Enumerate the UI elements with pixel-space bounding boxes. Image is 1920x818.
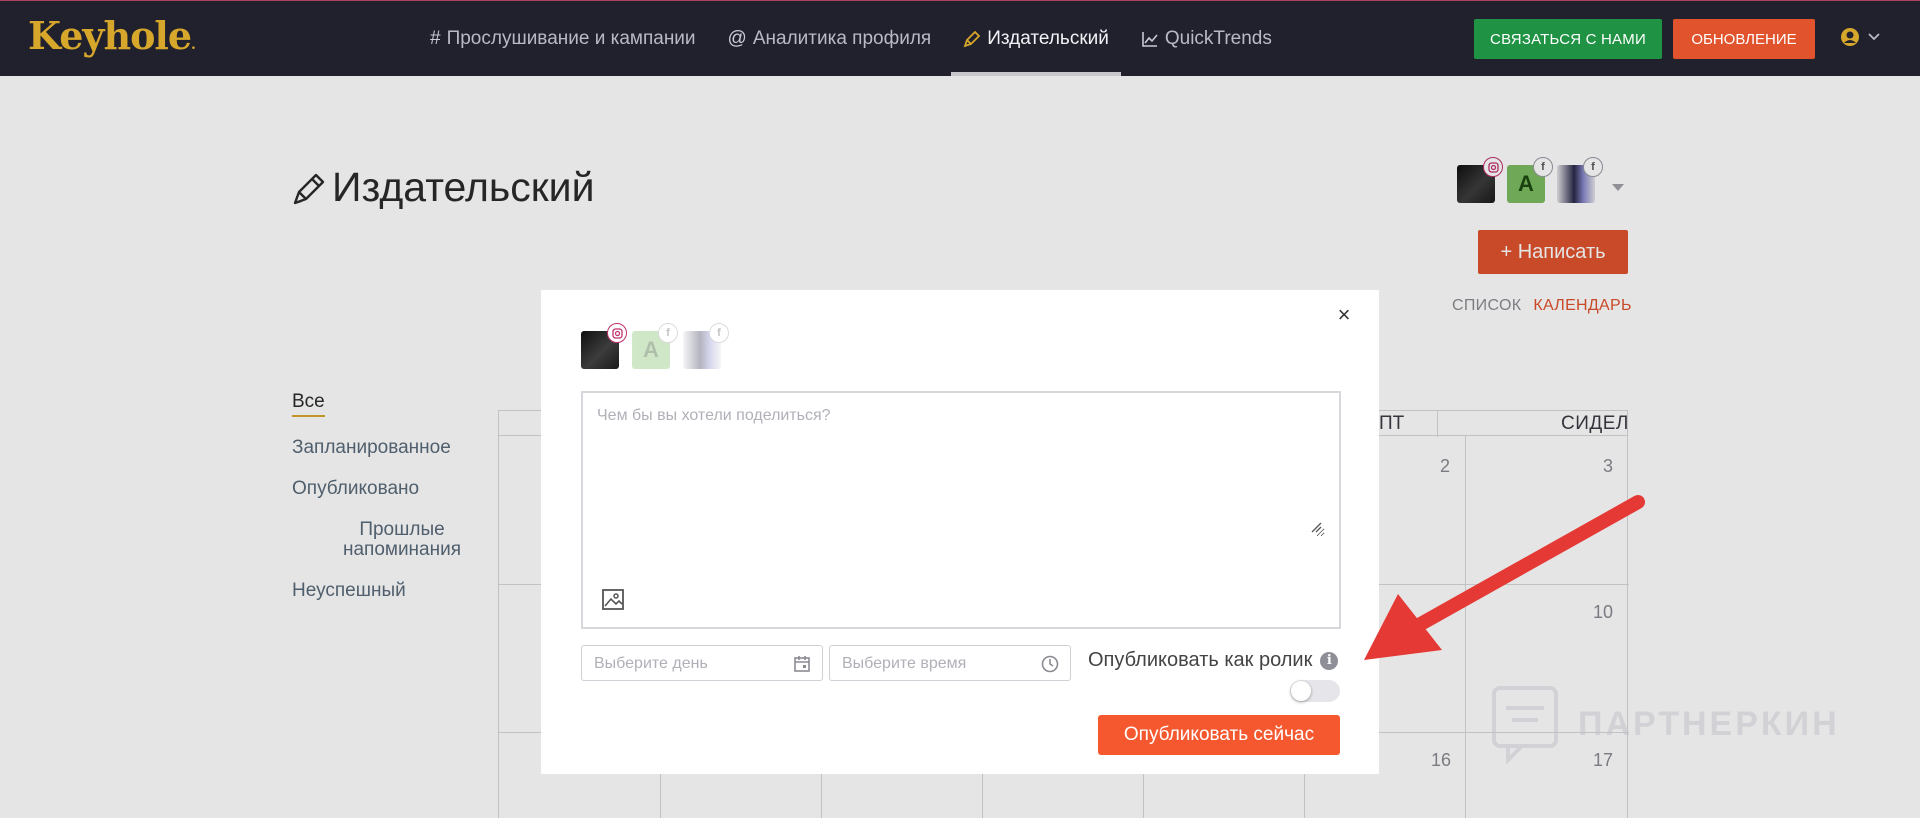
nav-item-label: Прослушивание и кампании bbox=[446, 27, 696, 49]
nav-item-label: Издательский bbox=[987, 27, 1109, 49]
nav-item-listening[interactable]: # Прослушивание и кампании bbox=[414, 1, 712, 76]
compose-box bbox=[581, 391, 1341, 629]
watermark-text: ПАРТНЕРКИН bbox=[1578, 704, 1840, 743]
modal-account-selector: A f f bbox=[581, 323, 729, 369]
watermark: ПАРТНЕРКИН bbox=[1490, 684, 1840, 764]
upgrade-button[interactable]: ОБНОВЛЕНИЕ bbox=[1673, 19, 1815, 59]
calendar-icon bbox=[794, 656, 810, 672]
avatar-initial: A bbox=[643, 337, 659, 362]
account-avatar-instagram[interactable] bbox=[581, 323, 627, 369]
account-avatar-facebook-photo[interactable]: f bbox=[683, 323, 729, 369]
watermark-logo-icon bbox=[1492, 686, 1558, 764]
date-picker[interactable] bbox=[581, 645, 823, 681]
nav-item-label: Аналитика профиля bbox=[752, 27, 932, 49]
main-nav: # Прослушивание и кампании @ Аналитика п… bbox=[414, 1, 1288, 76]
clock-icon bbox=[1041, 655, 1059, 673]
post-text-input[interactable] bbox=[597, 407, 1325, 537]
time-picker[interactable] bbox=[829, 645, 1071, 681]
facebook-icon: f bbox=[709, 323, 729, 343]
top-navigation-bar: Keyhole. # Прослушивание и кампании @ Ан… bbox=[0, 0, 1920, 76]
add-image-icon[interactable] bbox=[601, 587, 627, 613]
user-circle-icon bbox=[1841, 28, 1859, 46]
date-input[interactable] bbox=[594, 654, 784, 674]
at-sign-icon: @ bbox=[727, 27, 747, 49]
publish-as-reel-label: Опубликовать как ролик i bbox=[1088, 649, 1339, 672]
reel-label-text: Опубликовать как ролик bbox=[1088, 649, 1313, 671]
trend-chart-icon bbox=[1142, 31, 1158, 47]
close-button[interactable]: × bbox=[1333, 304, 1355, 326]
time-input[interactable] bbox=[842, 654, 1032, 674]
facebook-icon: f bbox=[658, 323, 678, 343]
close-icon: × bbox=[1337, 302, 1351, 327]
instagram-icon bbox=[607, 323, 627, 343]
nav-item-quicktrends[interactable]: QuickTrends bbox=[1125, 1, 1288, 76]
annotation-arrow-icon bbox=[1364, 495, 1645, 660]
compose-post-modal: × A f f Опубликовать как ролик i Оп bbox=[541, 290, 1379, 774]
publish-now-button[interactable]: Опубликовать сейчас bbox=[1098, 715, 1340, 755]
pen-icon bbox=[963, 30, 981, 47]
nav-item-publishing[interactable]: Издательский bbox=[947, 1, 1125, 76]
logo-text: Keyhole bbox=[28, 13, 192, 58]
keyhole-logo[interactable]: Keyhole. bbox=[28, 13, 196, 58]
resize-handle-icon[interactable] bbox=[1310, 521, 1322, 533]
toggle-knob bbox=[1291, 681, 1311, 701]
contact-us-button[interactable]: СВЯЗАТЬСЯ С НАМИ bbox=[1474, 19, 1662, 59]
info-icon[interactable]: i bbox=[1320, 651, 1339, 670]
nav-item-label: QuickTrends bbox=[1164, 27, 1272, 49]
caret-down-icon bbox=[1868, 33, 1880, 41]
nav-item-profile-analytics[interactable]: @ Аналитика профиля bbox=[712, 1, 948, 76]
account-avatar-facebook-a[interactable]: A f bbox=[632, 323, 678, 369]
publish-as-reel-toggle[interactable] bbox=[1290, 680, 1340, 702]
hashtag-icon: # bbox=[430, 27, 441, 49]
user-menu[interactable] bbox=[1840, 27, 1880, 47]
